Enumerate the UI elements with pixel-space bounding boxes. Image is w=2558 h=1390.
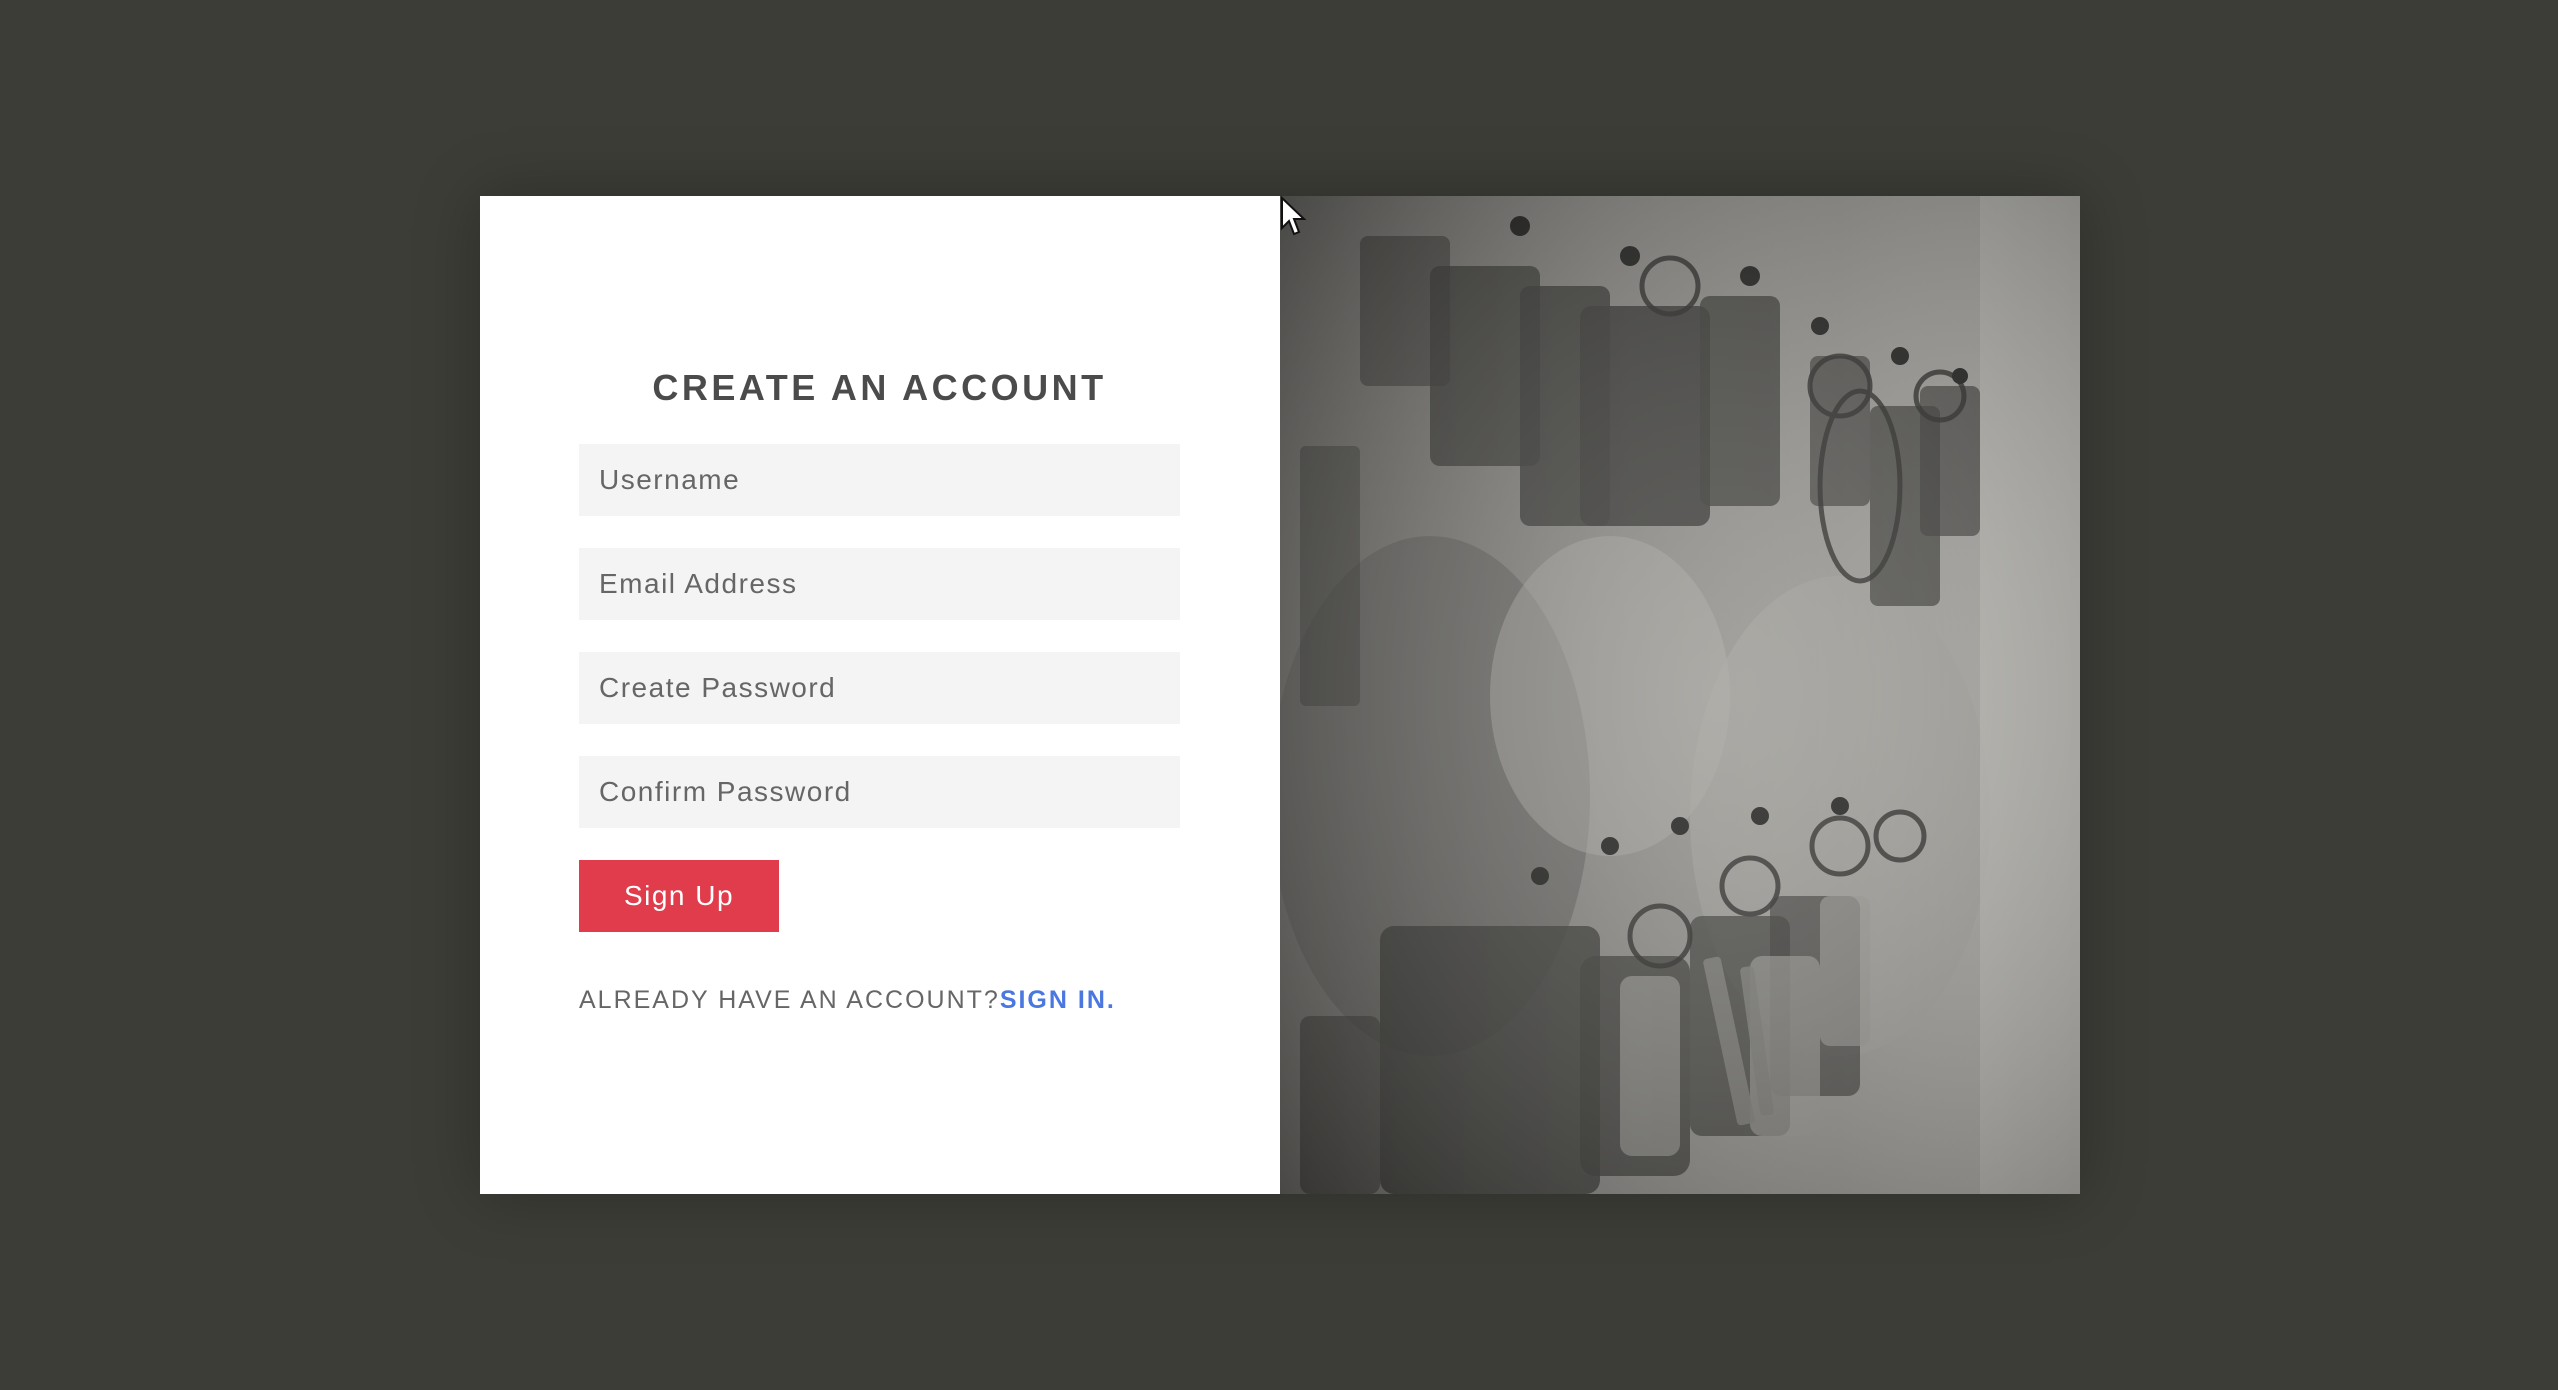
confirm-password-input[interactable] [579,756,1180,828]
username-input[interactable] [579,444,1180,516]
signin-prompt: ALREADY HAVE AN ACCOUNT?SIGN IN. [579,986,1180,1015]
sign-in-link[interactable]: SIGN IN. [1000,986,1116,1014]
keys-photo-illustration [1280,196,2080,1194]
create-password-input[interactable] [579,652,1180,724]
signup-form: CREATE AN ACCOUNT Sign Up ALREADY HAVE A… [579,362,1180,1015]
signup-form-panel: CREATE AN ACCOUNT Sign Up ALREADY HAVE A… [480,196,1280,1194]
keys-photo [1280,196,2080,1194]
sign-up-button[interactable]: Sign Up [579,860,779,932]
page-title: CREATE AN ACCOUNT [652,367,1107,408]
email-input[interactable] [579,548,1180,620]
already-have-account-text: ALREADY HAVE AN ACCOUNT? [579,986,1000,1014]
signup-modal: CREATE AN ACCOUNT Sign Up ALREADY HAVE A… [480,196,2080,1194]
mouse-cursor-icon [1281,196,1307,236]
